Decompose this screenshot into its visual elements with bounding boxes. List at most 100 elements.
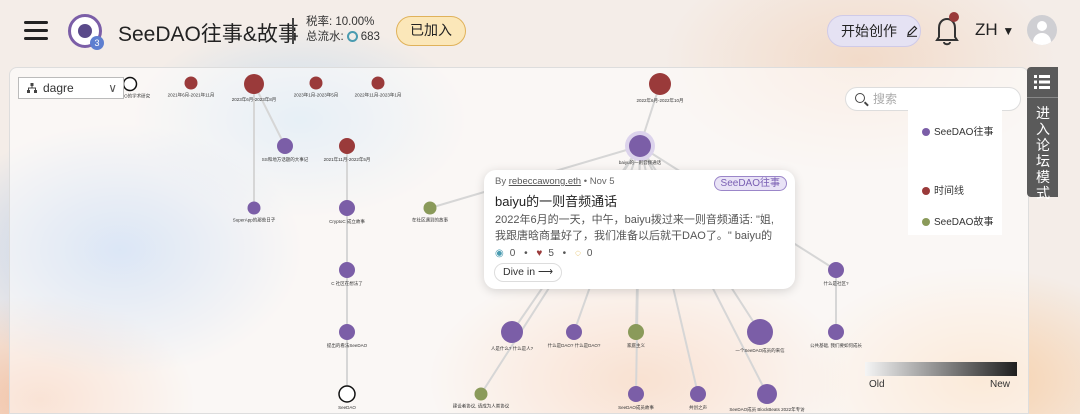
dive-in-button[interactable]: Dive in ⟶: [494, 263, 563, 282]
joined-button[interactable]: 已加入: [396, 16, 466, 46]
pencil-icon: [906, 25, 918, 37]
graph-node-label: SeeDAO成员 BlockBeats 2022年专访: [729, 406, 805, 413]
search-placeholder: 搜索: [873, 92, 898, 106]
graph-node-label: 建设者协议, 请成为人类协议: [453, 403, 510, 410]
graph-node-label: 什么是DAO? 什么是DAO?: [548, 342, 601, 349]
project-stats: 税率: 10.00% 总流水: 683: [306, 15, 380, 45]
graph-node[interactable]: [371, 76, 385, 90]
graph-node[interactable]: [339, 324, 355, 340]
logo-badge: 3: [90, 36, 104, 50]
graph-node-label: 2023年1月-2023年5月: [294, 92, 339, 99]
user-avatar[interactable]: [1027, 15, 1057, 45]
project-title: SeeDAO往事&故事: [118, 23, 299, 46]
graph-node-label: CryptoC 成立故事: [329, 218, 365, 225]
graph-node-label: 2022年11月-2023年1月: [355, 92, 402, 99]
dive-in-label: Dive in: [503, 266, 536, 278]
graph-node[interactable]: [247, 201, 261, 215]
bullet-separator: •: [524, 248, 528, 259]
graph-node-label: 一个SeeDAO成员的来信: [735, 347, 785, 354]
caret-down-icon: ▼: [1002, 24, 1015, 38]
graph-node-label: SuperApp的那些日子: [233, 217, 276, 224]
graph-node[interactable]: [828, 262, 844, 278]
graph-node[interactable]: [501, 321, 523, 343]
seedao-logo[interactable]: 3: [68, 14, 104, 50]
graph-node[interactable]: [566, 324, 582, 340]
graph-node[interactable]: [339, 262, 355, 278]
legend-dot: [922, 218, 930, 226]
coin-icon: [346, 31, 358, 42]
graph-node-label: SeeDAO成员故事: [618, 404, 654, 411]
language-label: ZH: [975, 20, 998, 39]
graph-node[interactable]: [474, 387, 488, 401]
header-divider: [292, 18, 294, 44]
graph-node-label: 提出的看法SeeDAO: [327, 342, 368, 349]
bullet-separator: •: [583, 176, 588, 187]
hamburger-menu-icon[interactable]: [24, 21, 48, 41]
likes-count: 5: [548, 248, 554, 259]
card-stats: ◉ 0 • ♥ 5 • ◌ 0: [495, 248, 784, 259]
card-by: By: [495, 176, 507, 187]
card-date: Nov 5: [589, 176, 615, 187]
card-title[interactable]: baiyu的一则音频通话: [495, 191, 784, 210]
start-create-button[interactable]: 开始创作: [827, 15, 921, 47]
graph-node[interactable]: [339, 138, 355, 154]
legend-dot: [922, 187, 930, 195]
legend-label: SeeDAO往事: [934, 127, 994, 138]
chevron-down-icon: ∨: [108, 81, 117, 95]
graph-node[interactable]: [649, 73, 671, 95]
graph-node-label: SS和地方话题的大事记: [262, 156, 309, 163]
graph-legend: SeeDAO往事 时间线 SeeDAO故事: [908, 109, 1002, 235]
graph-node[interactable]: [339, 200, 355, 216]
graph-node[interactable]: [757, 384, 777, 404]
card-author-link[interactable]: rebeccawong.eth: [509, 176, 581, 187]
top-header: 3 SeeDAO往事&故事 税率: 10.00% 总流水: 683 已加入 开始创…: [0, 0, 1080, 62]
graph-node-label: 2022年6月-2022年10月: [636, 97, 683, 104]
tree-layout-icon: [27, 83, 37, 93]
graph-node-label: 人是什么? 什么是人?: [491, 345, 534, 352]
views-icon: ◉: [495, 248, 504, 259]
tax-rate: 税率: 10.00%: [306, 16, 375, 28]
list-icon: [1034, 75, 1050, 89]
graph-node[interactable]: [184, 76, 198, 90]
legend-label: 时间线: [934, 186, 964, 197]
gradient-old-label: Old: [869, 379, 885, 390]
language-selector[interactable]: ZH ▼: [975, 20, 1014, 40]
graph-node-label: 共创之声: [689, 404, 707, 411]
comment-icon[interactable]: ◌: [575, 248, 581, 259]
bullet-separator: •: [562, 248, 567, 259]
legend-dot: [922, 128, 930, 136]
graph-node[interactable]: [338, 385, 356, 403]
legend-label: SeeDAO故事: [934, 217, 994, 228]
graph-node[interactable]: [122, 76, 138, 92]
graph-node[interactable]: [629, 135, 651, 157]
total-flow-label: 总流水:: [306, 31, 344, 43]
graph-edge: [253, 83, 286, 147]
age-gradient-bar: [865, 362, 1017, 376]
notification-badge: [949, 12, 959, 22]
graph-node[interactable]: [828, 324, 844, 340]
graph-node[interactable]: [628, 386, 644, 402]
node-preview-card[interactable]: By rebeccawong.eth • Nov 5 SeeDAO往事 baiy…: [484, 170, 795, 289]
search-icon: [855, 93, 865, 103]
gradient-new-label: New: [990, 379, 1011, 390]
card-excerpt: 2022年6月的一天，中午，baiyu拨过来一则音频通话: "姐, 我跟唐晗商量…: [495, 214, 774, 242]
graph-node[interactable]: [277, 138, 293, 154]
heart-icon[interactable]: ♥: [536, 248, 542, 259]
graph-node[interactable]: [309, 76, 323, 90]
graph-node[interactable]: [747, 319, 773, 345]
graph-node-label: 2021年11月-2022年5月: [324, 156, 371, 163]
graph-search-input[interactable]: 搜索: [845, 87, 1021, 111]
legend-item-timeline: 时间线: [922, 182, 964, 197]
graph-node-label: baiyu的一则音频通话: [619, 159, 662, 166]
card-category-tag[interactable]: SeeDAO往事: [713, 176, 787, 191]
tab-divider: [1027, 97, 1058, 98]
graph-node[interactable]: [690, 386, 706, 402]
layout-select[interactable]: dagre ∨: [18, 77, 124, 99]
total-flow-value: 683: [360, 31, 380, 43]
forum-mode-tab[interactable]: 进入论坛模式: [1027, 67, 1058, 201]
graph-node[interactable]: [628, 324, 644, 340]
graph-node[interactable]: [423, 201, 437, 215]
graph-node-label: 2023年6月-2023年8月: [232, 96, 277, 103]
legend-item-story: SeeDAO故事: [922, 213, 993, 228]
graph-node[interactable]: [244, 74, 264, 94]
